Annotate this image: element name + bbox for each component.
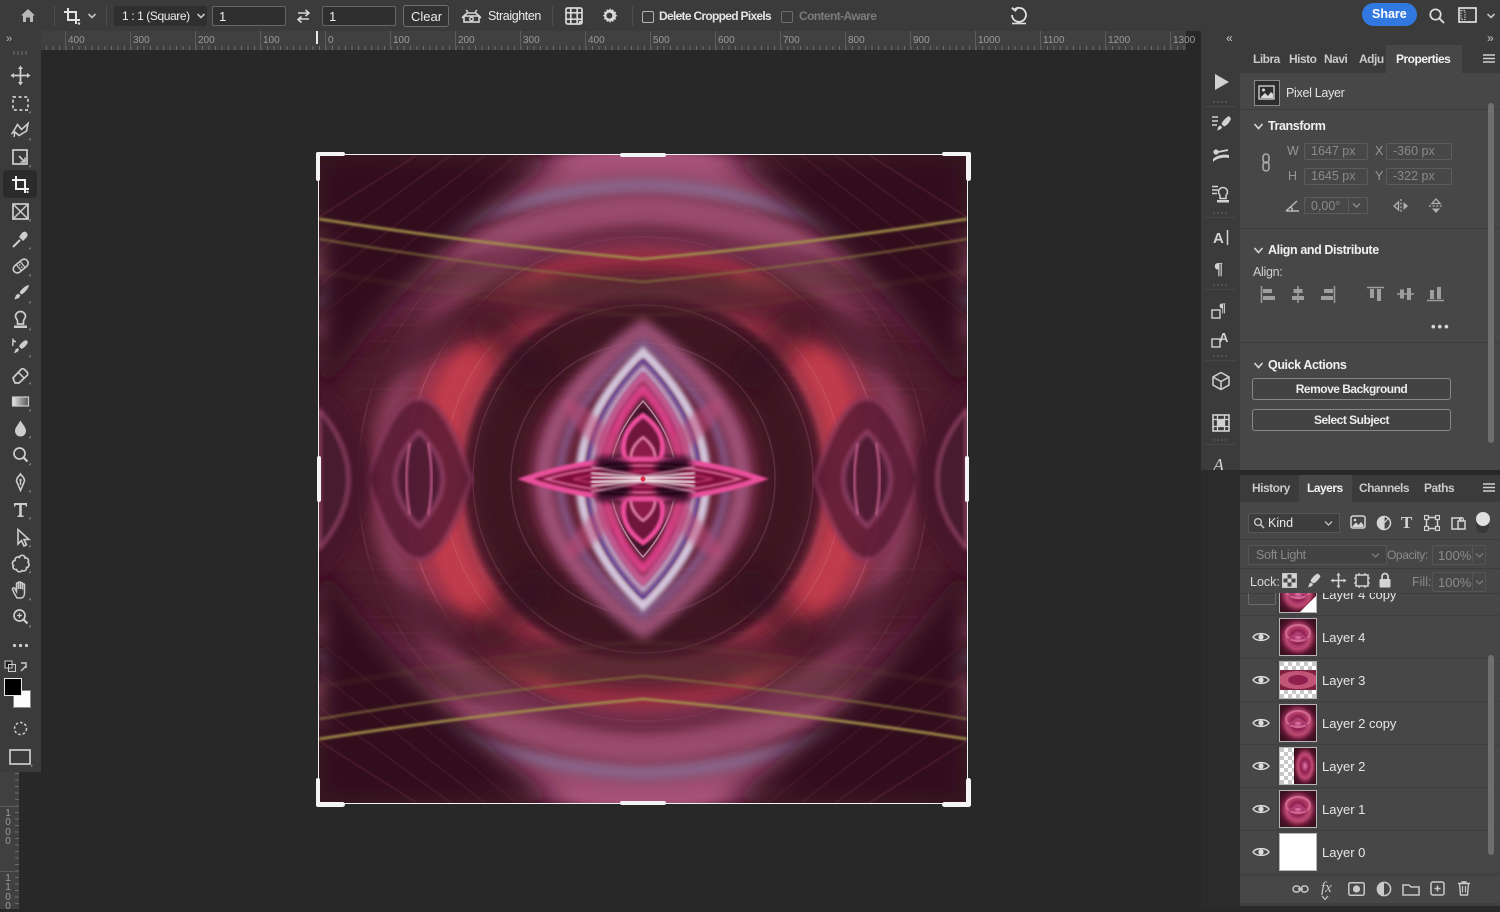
svg-text:A: A — [1213, 230, 1224, 247]
svg-text:¶: ¶ — [1214, 259, 1223, 278]
svg-text:A: A — [1219, 330, 1229, 345]
svg-text:¶: ¶ — [1219, 300, 1226, 315]
